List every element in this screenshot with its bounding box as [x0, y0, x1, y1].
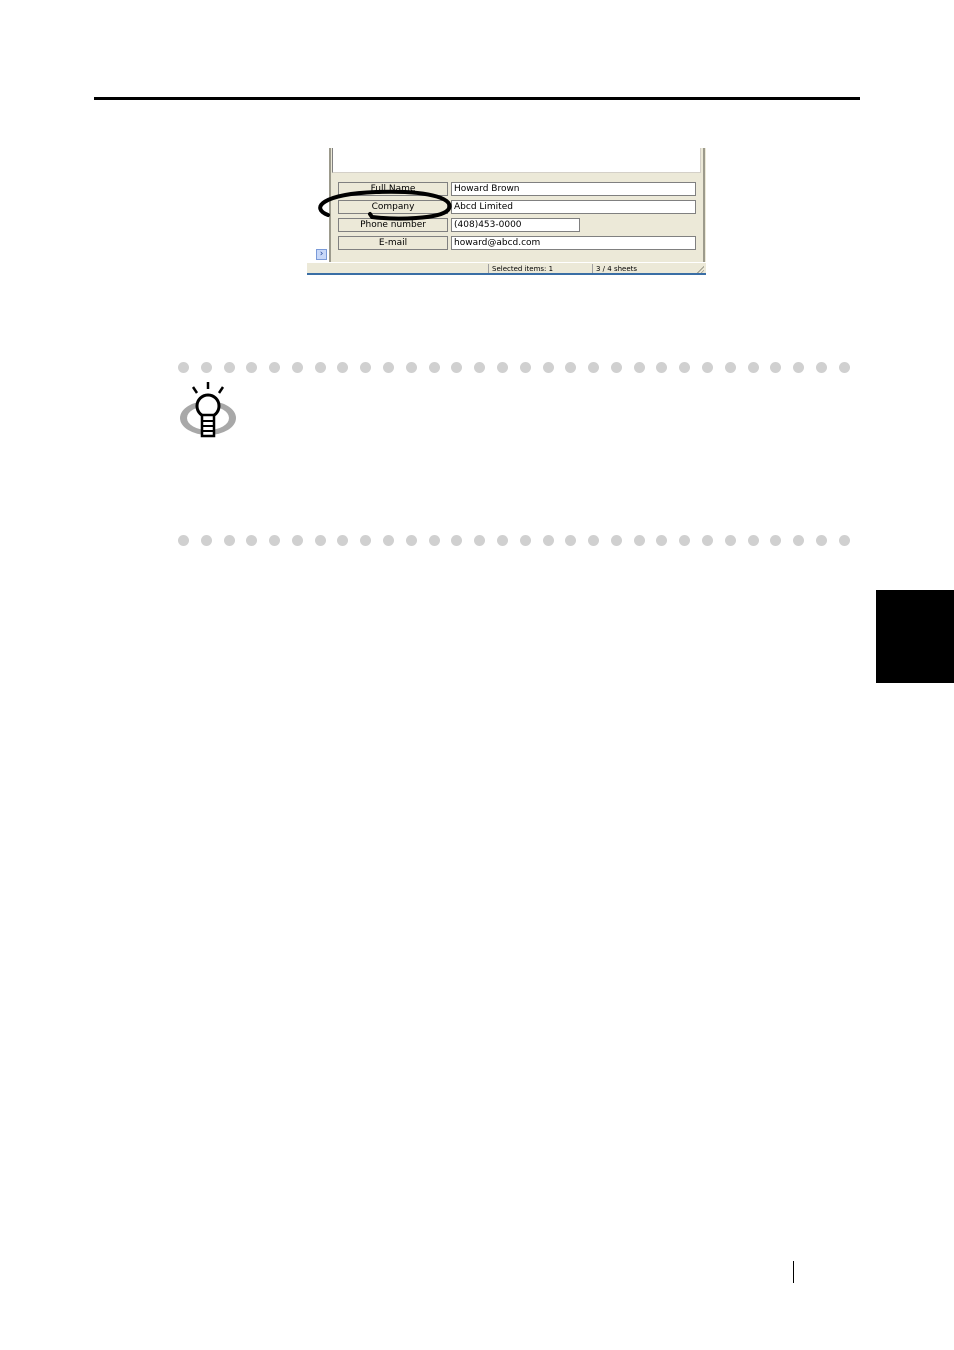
header-rule [94, 97, 860, 100]
company-highlight-ellipse [318, 189, 452, 221]
phone-number-field[interactable]: (408)453-0000 [451, 218, 580, 232]
right-border [703, 148, 705, 264]
comment-textbox[interactable] [332, 148, 701, 173]
email-label[interactable]: E-mail [338, 236, 448, 250]
lightbulb-icon [180, 382, 236, 438]
window-edge [307, 273, 706, 275]
scroll-right-button[interactable]: › [316, 249, 327, 260]
full-name-field[interactable]: Howard Brown [451, 182, 696, 196]
company-field[interactable]: Abcd Limited [451, 200, 696, 214]
page-number-divider [793, 1261, 794, 1283]
chapter-side-tab [876, 590, 954, 683]
hint-top-dotted-rule [178, 362, 850, 374]
chevron-right-icon: › [319, 249, 324, 259]
email-field[interactable]: howard@abcd.com [451, 236, 696, 250]
hint-bottom-dotted-rule [178, 535, 850, 547]
